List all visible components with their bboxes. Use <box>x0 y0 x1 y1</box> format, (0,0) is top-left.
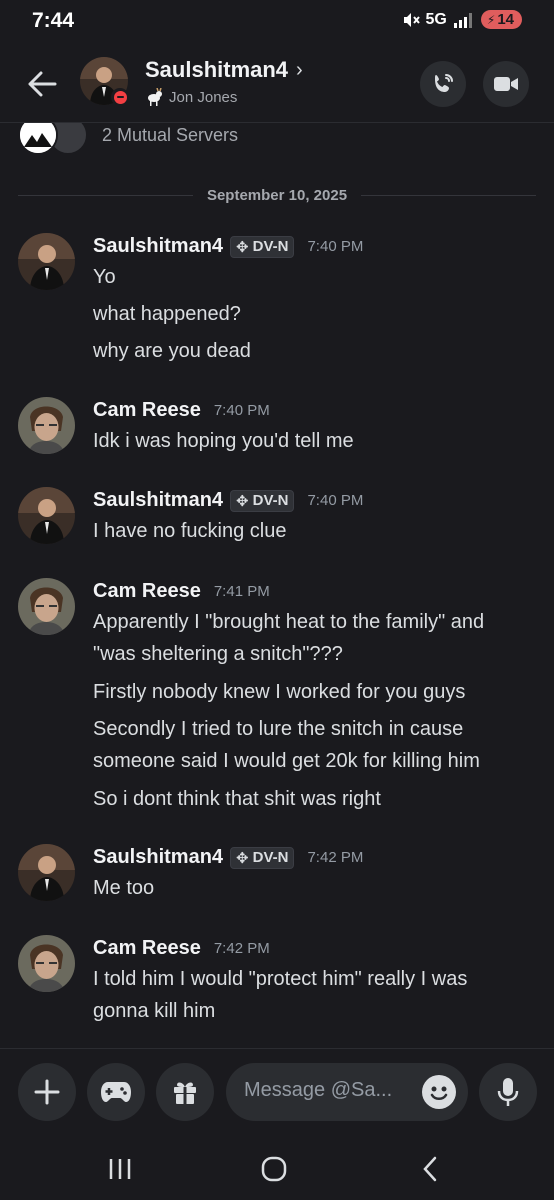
mutual-servers-label: 2 Mutual Servers <box>102 124 239 145</box>
message-text: Firstly nobody knew I worked for you guy… <box>93 681 466 703</box>
activities-button[interactable] <box>87 1063 145 1121</box>
charging-icon: ⚡ <box>486 12 496 27</box>
server-tag-label: DV-N <box>252 238 289 255</box>
date-divider-label: September 10, 2025 <box>206 186 348 204</box>
microphone-icon <box>497 1078 519 1106</box>
server-tag-icon: ✥ <box>236 238 249 256</box>
header-username: Saulshitman4 <box>145 57 289 82</box>
server-tag-icon: ✥ <box>236 492 249 510</box>
network-label: 5G <box>425 10 447 28</box>
message-header: Cam Reese 7:42 PM <box>93 937 270 960</box>
avatar[interactable] <box>18 397 75 454</box>
timestamp: 7:40 PM <box>307 238 364 255</box>
author-name[interactable]: Saulshitman4 <box>93 489 223 512</box>
avatar[interactable] <box>18 487 75 544</box>
chevron-right-icon: › <box>296 58 303 81</box>
add-attachment-button[interactable] <box>18 1063 76 1121</box>
message-header: Cam Reese 7:40 PM <box>93 399 270 422</box>
system-nav-bar <box>0 1138 554 1200</box>
author-name[interactable]: Saulshitman4 <box>93 846 223 869</box>
recents-button[interactable] <box>100 1152 140 1186</box>
home-button[interactable] <box>254 1152 294 1186</box>
voice-message-button[interactable] <box>479 1063 537 1121</box>
status-bar: 7:44 5G ⚡ 14 <box>0 0 554 44</box>
author-name[interactable]: Cam Reese <box>93 580 201 603</box>
back-nav-button[interactable] <box>410 1152 450 1186</box>
message-text: Yo <box>93 266 116 288</box>
message-text: I told him I would "protect him" really … <box>93 968 468 990</box>
video-camera-icon <box>494 77 518 91</box>
avatar[interactable] <box>18 844 75 901</box>
timestamp: 7:41 PM <box>213 583 270 600</box>
custom-status: Jon Jones <box>145 88 237 106</box>
dm-header: Saulshitman4 › Jon Jones <box>0 44 554 123</box>
author-name[interactable]: Saulshitman4 <box>93 235 223 258</box>
status-time: 7:44 <box>32 9 75 32</box>
server-tag[interactable]: ✥ DV-N <box>230 235 295 258</box>
mute-icon <box>403 12 420 27</box>
message-header: Saulshitman4 ✥ DV-N 7:42 PM <box>93 846 363 869</box>
author-name[interactable]: Cam Reese <box>93 399 201 422</box>
message-header: Saulshitman4 ✥ DV-N 7:40 PM <box>93 235 363 258</box>
composer: Message @Sa... <box>0 1048 554 1139</box>
back-nav-icon <box>423 1156 437 1182</box>
gift-button[interactable] <box>156 1063 214 1121</box>
header-title[interactable]: Saulshitman4 › <box>145 57 303 83</box>
video-call-button[interactable] <box>483 61 529 107</box>
emoji-icon <box>430 1086 448 1100</box>
gamepad-icon <box>101 1082 131 1102</box>
voice-call-button[interactable] <box>420 61 466 107</box>
message-text: So i dont think that shit was right <box>93 788 381 810</box>
message-text: Me too <box>93 877 155 899</box>
timestamp: 7:40 PM <box>213 402 270 419</box>
mutual-servers[interactable]: 2 Mutual Servers <box>18 123 238 155</box>
server-tag-label: DV-N <box>252 849 289 866</box>
message-text: I have no fucking clue <box>93 520 287 542</box>
recents-icon <box>109 1159 131 1179</box>
date-divider: September 10, 2025 <box>18 185 536 205</box>
message-input-placeholder: Message @Sa... <box>244 1079 393 1101</box>
timestamp: 7:42 PM <box>213 940 270 957</box>
gift-icon <box>174 1082 196 1104</box>
server-tag[interactable]: ✥ DV-N <box>230 489 295 512</box>
plus-icon <box>34 1079 60 1105</box>
message-text: why are you dead <box>93 340 251 362</box>
goat-icon <box>148 88 162 106</box>
server-tag-icon: ✥ <box>236 849 249 867</box>
message-text: Secondly I tried to lure the snitch in c… <box>93 718 464 740</box>
signal-icon <box>453 12 472 28</box>
message-text: what happened? <box>93 303 241 325</box>
timestamp: 7:42 PM <box>307 849 364 866</box>
server-tag[interactable]: ✥ DV-N <box>230 846 295 869</box>
dnd-status-icon <box>111 88 129 106</box>
emoji-button[interactable] <box>422 1075 456 1109</box>
message-text: gonna kill him <box>93 1000 216 1022</box>
back-button[interactable] <box>22 66 62 102</box>
message-text: "was sheltering a snitch"??? <box>93 643 343 665</box>
custom-status-text: Jon Jones <box>169 88 238 106</box>
message-input[interactable]: Message @Sa... <box>226 1063 468 1121</box>
phone-icon <box>435 74 453 92</box>
status-icons: 5G ⚡ 14 <box>402 10 522 29</box>
message-header: Cam Reese 7:41 PM <box>93 580 270 603</box>
avatar[interactable] <box>18 578 75 635</box>
message-text: someone said I would get 20k for killing… <box>93 750 480 772</box>
message-list[interactable]: 2 Mutual Servers September 10, 2025 Saul… <box>0 123 554 1048</box>
message-header: Saulshitman4 ✥ DV-N 7:40 PM <box>93 489 363 512</box>
avatar[interactable] <box>18 935 75 992</box>
timestamp: 7:40 PM <box>307 492 364 509</box>
battery-indicator: ⚡ 14 <box>480 10 522 29</box>
author-name[interactable]: Cam Reese <box>93 937 201 960</box>
message-text: Idk i was hoping you'd tell me <box>93 430 354 452</box>
server-tag-label: DV-N <box>252 492 289 509</box>
battery-level: 14 <box>497 11 514 28</box>
arrow-left-icon <box>28 71 57 97</box>
avatar[interactable] <box>18 233 75 290</box>
message-text: Apparently I "brought heat to the family… <box>93 611 485 633</box>
home-icon <box>261 1156 287 1182</box>
server-icon <box>18 123 58 155</box>
